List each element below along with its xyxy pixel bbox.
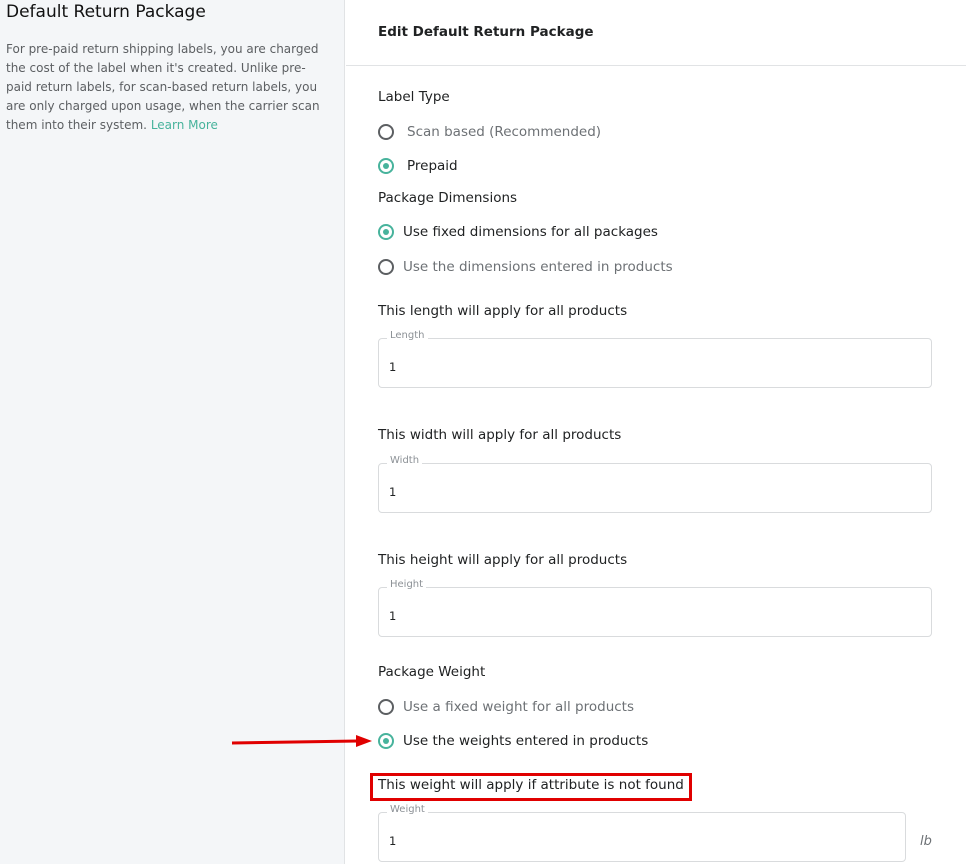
radio-scan-based[interactable]: Scan based (Recommended) — [378, 122, 601, 142]
radio-prepaid-label: Prepaid — [407, 158, 458, 174]
package-weight-heading: Package Weight — [378, 664, 486, 680]
radio-fixed-dimensions-control[interactable] — [378, 224, 394, 240]
weight-field-label: Weight — [387, 804, 428, 815]
learn-more-link[interactable]: Learn More — [151, 118, 218, 132]
card-title: Edit Default Return Package — [378, 24, 594, 40]
weight-input[interactable] — [389, 834, 889, 848]
radio-scan-based-label: Scan based (Recommended) — [407, 124, 602, 140]
sidebar-description: For pre-paid return shipping labels, you… — [6, 40, 331, 135]
label-type-heading: Label Type — [378, 89, 450, 105]
height-heading: This height will apply for all products — [378, 552, 628, 568]
radio-product-dimensions[interactable]: Use the dimensions entered in products — [378, 257, 673, 277]
radio-prepaid[interactable]: Prepaid — [378, 156, 458, 176]
card-header: Edit Default Return Package — [346, 0, 966, 66]
radio-fixed-dimensions-label: Use fixed dimensions for all packages — [403, 224, 658, 240]
radio-product-dimensions-label: Use the dimensions entered in products — [403, 259, 673, 275]
width-input[interactable] — [389, 485, 889, 499]
weight-unit: lb — [920, 834, 932, 849]
length-field-label: Length — [387, 330, 428, 341]
radio-product-weights-label: Use the weights entered in products — [403, 733, 649, 749]
package-dimensions-heading: Package Dimensions — [378, 190, 518, 206]
height-input[interactable] — [389, 609, 889, 623]
radio-product-weights-control[interactable] — [378, 733, 394, 749]
radio-fixed-weight-control[interactable] — [378, 699, 394, 715]
width-field[interactable]: Width — [378, 455, 932, 513]
width-heading: This width will apply for all products — [378, 427, 622, 443]
length-heading: This length will apply for all products — [378, 303, 628, 319]
length-input[interactable] — [389, 360, 889, 374]
height-field[interactable]: Height — [378, 579, 932, 637]
radio-fixed-dimensions[interactable]: Use fixed dimensions for all packages — [378, 222, 658, 242]
radio-scan-based-control[interactable] — [378, 124, 394, 140]
edit-card: Edit Default Return Package Label Type S… — [346, 0, 966, 864]
radio-prepaid-control[interactable] — [378, 158, 394, 174]
height-field-label: Height — [387, 579, 427, 590]
width-field-label: Width — [387, 455, 423, 466]
radio-fixed-weight[interactable]: Use a fixed weight for all products — [378, 697, 634, 717]
weight-field[interactable]: Weight — [378, 804, 906, 862]
radio-product-weights[interactable]: Use the weights entered in products — [378, 731, 648, 751]
radio-product-dimensions-control[interactable] — [378, 259, 394, 275]
annotation-highlight-box — [370, 773, 692, 801]
radio-fixed-weight-label: Use a fixed weight for all products — [403, 699, 635, 715]
length-field[interactable]: Length — [378, 330, 932, 388]
sidebar-title: Default Return Package — [6, 2, 206, 22]
red-arrow-icon — [231, 735, 372, 747]
